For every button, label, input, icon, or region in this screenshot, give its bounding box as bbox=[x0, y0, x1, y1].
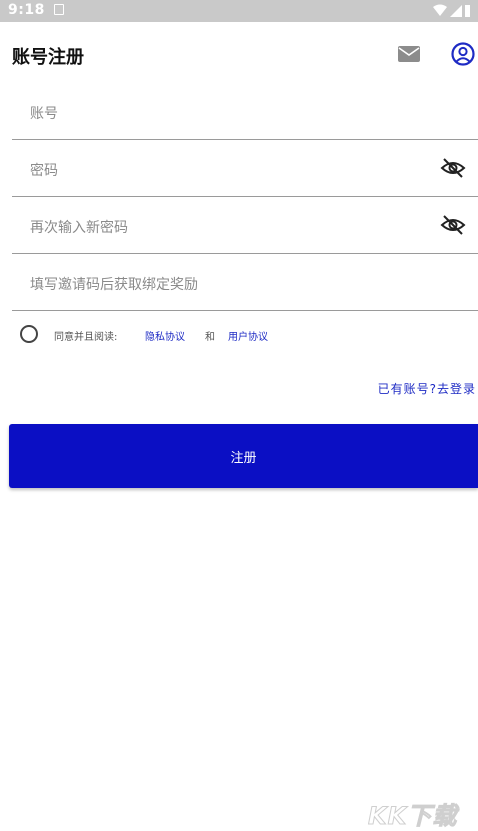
page-title: 账号注册 bbox=[12, 47, 84, 68]
confirm-password-field bbox=[12, 198, 478, 254]
account-circle-icon[interactable] bbox=[450, 41, 476, 67]
privacy-policy-link[interactable]: 隐私协议 bbox=[145, 328, 185, 343]
agreement-conjunction: 和 bbox=[205, 332, 215, 343]
account-input[interactable] bbox=[28, 100, 412, 128]
eye-off-icon[interactable] bbox=[440, 157, 466, 179]
watermark-logo: KK下载 bbox=[367, 802, 458, 831]
mail-icon[interactable] bbox=[397, 42, 421, 66]
password-input[interactable] bbox=[28, 157, 412, 185]
agreement-radio[interactable] bbox=[20, 325, 38, 343]
password-field bbox=[12, 141, 478, 197]
go-login-link[interactable]: 已有账号?去登录 bbox=[378, 380, 476, 397]
account-field bbox=[12, 84, 478, 140]
eye-off-icon[interactable] bbox=[440, 214, 466, 236]
status-bar: 9:18 bbox=[0, 0, 478, 22]
status-indicators bbox=[432, 3, 472, 19]
status-time: 9:18 bbox=[8, 2, 45, 18]
register-button[interactable]: 注册 bbox=[9, 424, 478, 488]
agreement-prefix: 同意并且阅读: bbox=[54, 332, 118, 343]
agreement-row: 同意并且阅读: 隐私协议 和 用户协议 bbox=[20, 325, 460, 347]
confirm-password-input[interactable] bbox=[28, 214, 412, 242]
app-bar: 账号注册 bbox=[0, 22, 478, 88]
wifi-signal-battery-icon bbox=[433, 4, 470, 17]
user-agreement-link[interactable]: 用户协议 bbox=[228, 328, 268, 343]
invite-code-field bbox=[12, 255, 478, 311]
notification-icon bbox=[54, 4, 64, 15]
invite-code-input[interactable] bbox=[28, 271, 412, 299]
